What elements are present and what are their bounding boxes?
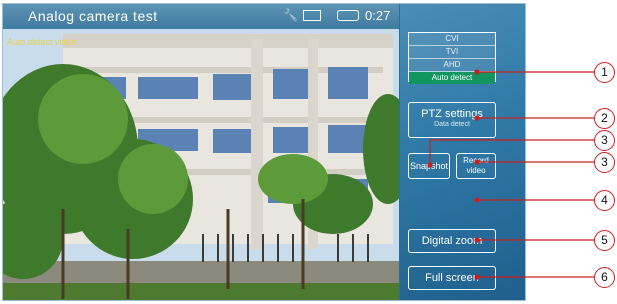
callout-3b: 3	[594, 152, 615, 173]
callout-6: 6	[594, 267, 615, 288]
callout-3a: 3	[594, 130, 615, 151]
callout-1: 1	[594, 62, 615, 83]
callout-5: 5	[594, 230, 615, 251]
callout-4: 4	[594, 190, 615, 211]
callout-lines	[427, 69, 595, 280]
callout-2: 2	[594, 108, 615, 129]
